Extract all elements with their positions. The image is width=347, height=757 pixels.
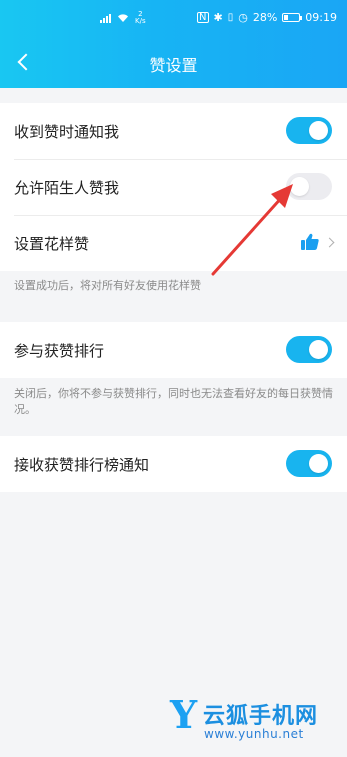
annotation-arrow — [211, 184, 293, 276]
row-label: 接收获赞排行榜通知 — [14, 455, 150, 474]
alarm-icon: ◷ — [238, 11, 248, 24]
toggle-knob — [309, 454, 328, 473]
join-ranking-toggle[interactable] — [286, 336, 332, 363]
row-label: 允许陌生人赞我 — [14, 178, 120, 197]
page-title: 赞设置 — [149, 56, 198, 75]
chevron-right-icon — [324, 237, 335, 247]
row-label: 设置花样赞 — [14, 234, 90, 253]
row-join-ranking[interactable]: 参与获赞排行 — [0, 322, 347, 378]
wifi-icon — [118, 14, 128, 22]
row-ranking-notify[interactable]: 接收获赞排行榜通知 — [0, 436, 347, 492]
toggle-knob — [309, 340, 328, 359]
settings-card-2: 参与获赞排行 — [0, 322, 347, 378]
vibrate-icon: ▯ — [227, 12, 234, 23]
status-bar: 2 K/s N ✱ ▯ ◷ 28% 09:19 — [0, 8, 347, 32]
net-speed: 2 K/s — [135, 10, 146, 25]
bluetooth-icon: ✱ — [213, 11, 223, 24]
row-label: 收到赞时通知我 — [14, 122, 120, 141]
watermark-url: www.yunhu.net — [204, 727, 304, 741]
nfc-icon: N — [197, 12, 209, 23]
row-notify-on-like[interactable]: 收到赞时通知我 — [0, 103, 347, 159]
nav-bar: 赞设置 — [0, 40, 347, 84]
watermark-logo: Y — [170, 692, 198, 737]
settings-card-3: 接收获赞排行榜通知 — [0, 436, 347, 492]
battery-icon — [282, 13, 303, 22]
clock: 09:19 — [305, 11, 337, 24]
row-label: 参与获赞排行 — [14, 341, 105, 360]
ranking-note: 关闭后，你将不参与获赞排行，同时也无法查看好友的每日获赞情况。 — [14, 387, 333, 416]
header: 2 K/s N ✱ ▯ ◷ 28% 09:19 赞设置 — [0, 0, 347, 88]
notify-on-like-toggle[interactable] — [286, 117, 332, 144]
ranking-notify-toggle[interactable] — [286, 450, 332, 477]
watermark-name: 云狐手机网 — [203, 704, 319, 729]
toggle-knob — [309, 121, 328, 140]
signal-icon — [100, 13, 111, 23]
battery-percent: 28% — [252, 11, 278, 24]
watermark: Y 云狐手机网 www.yunhu.net — [170, 692, 340, 752]
